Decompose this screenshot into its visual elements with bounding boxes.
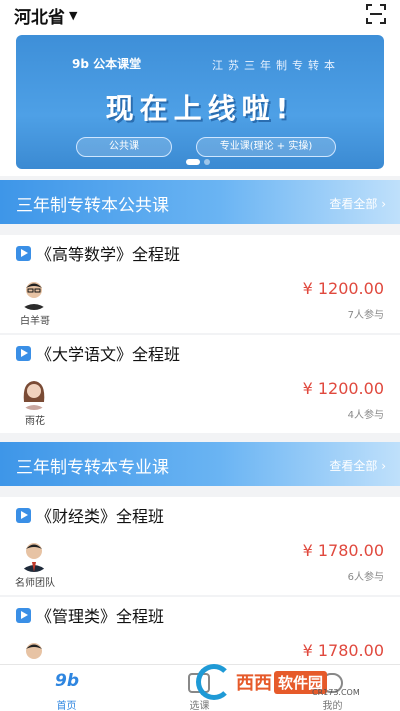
course-card[interactable]: 《大学语文》全程班 雨花 ¥ 1200.00 4人参与 [0, 335, 400, 433]
tab-label: 首页 [56, 701, 77, 711]
profile-icon [321, 673, 343, 693]
section-header-public: 三年制专转本公共课 查看全部 › [0, 180, 400, 224]
tab-courses[interactable]: 选课 [133, 665, 266, 711]
home-logo-icon: 9b [55, 671, 79, 691]
section-header-major: 三年制专转本专业课 查看全部 › [0, 442, 400, 486]
tab-label: 选课 [189, 701, 210, 711]
view-all-link[interactable]: 查看全部 › [329, 195, 386, 212]
carousel-dot[interactable] [204, 159, 210, 165]
course-price: ¥ 1780.00 [302, 541, 384, 560]
teacher-avatar [17, 538, 51, 572]
enrollment-count: 6人参与 [347, 572, 384, 583]
enrollment-count: 4人参与 [347, 410, 384, 421]
play-icon [16, 246, 31, 261]
caret-down-icon: ▼ [69, 9, 78, 22]
teacher-name: 名师团队 [15, 578, 55, 589]
banner-pill-major: 专业课(理论 + 实操) [196, 137, 336, 157]
course-title: 《管理类》全程班 [36, 607, 165, 626]
province-selector[interactable]: 河北省 ▼ [14, 3, 77, 28]
enrollment-count: 7人参与 [347, 310, 384, 321]
course-card[interactable]: 《财经类》全程班 名师团队 ¥ 1780.00 6人参与 [0, 497, 400, 595]
play-icon [16, 608, 31, 623]
carousel-dot[interactable] [186, 159, 200, 165]
tab-label: 我的 [322, 701, 343, 711]
bottom-tab-bar: 9b 首页 选课 我的 [0, 664, 400, 711]
teacher-avatar [17, 376, 51, 410]
banner-subtitle: 江苏三年制专转本 [212, 59, 340, 72]
view-all-link[interactable]: 查看全部 › [329, 457, 386, 474]
course-price: ¥ 1200.00 [302, 379, 384, 398]
scan-icon[interactable] [366, 4, 386, 24]
banner-headline: 现在上线啦! [105, 92, 295, 125]
course-card[interactable]: 《高等数学》全程班 白羊哥 ¥ 1200.00 7人参与 [0, 235, 400, 333]
section-title: 三年制专转本公共课 [16, 196, 169, 216]
course-title: 《高等数学》全程班 [36, 245, 181, 264]
tab-home[interactable]: 9b 首页 [0, 665, 133, 711]
banner-area: 9b 公本课堂 江苏三年制专转本 现在上线啦! 公共课 专业课(理论 + 实操) [0, 30, 400, 176]
course-price: ¥ 1200.00 [302, 279, 384, 298]
course-price: ¥ 1780.00 [302, 641, 384, 660]
section-title: 三年制专转本专业课 [16, 458, 169, 478]
play-icon [16, 346, 31, 361]
province-label: 河北省 [14, 8, 65, 28]
carousel-indicator [186, 159, 210, 165]
teacher-avatar [17, 276, 51, 310]
tab-profile[interactable]: 我的 [266, 665, 399, 711]
play-icon [16, 508, 31, 523]
course-title: 《大学语文》全程班 [36, 345, 181, 364]
banner-logo: 9b 公本课堂 [72, 57, 142, 71]
teacher-name: 雨花 [25, 416, 45, 427]
top-bar: 河北省 ▼ [0, 0, 400, 30]
course-title: 《财经类》全程班 [36, 507, 165, 526]
courses-icon [188, 673, 210, 693]
promo-banner[interactable]: 9b 公本课堂 江苏三年制专转本 现在上线啦! 公共课 专业课(理论 + 实操) [16, 35, 384, 169]
banner-pill-public: 公共课 [76, 137, 172, 157]
teacher-name: 白羊哥 [20, 316, 50, 327]
